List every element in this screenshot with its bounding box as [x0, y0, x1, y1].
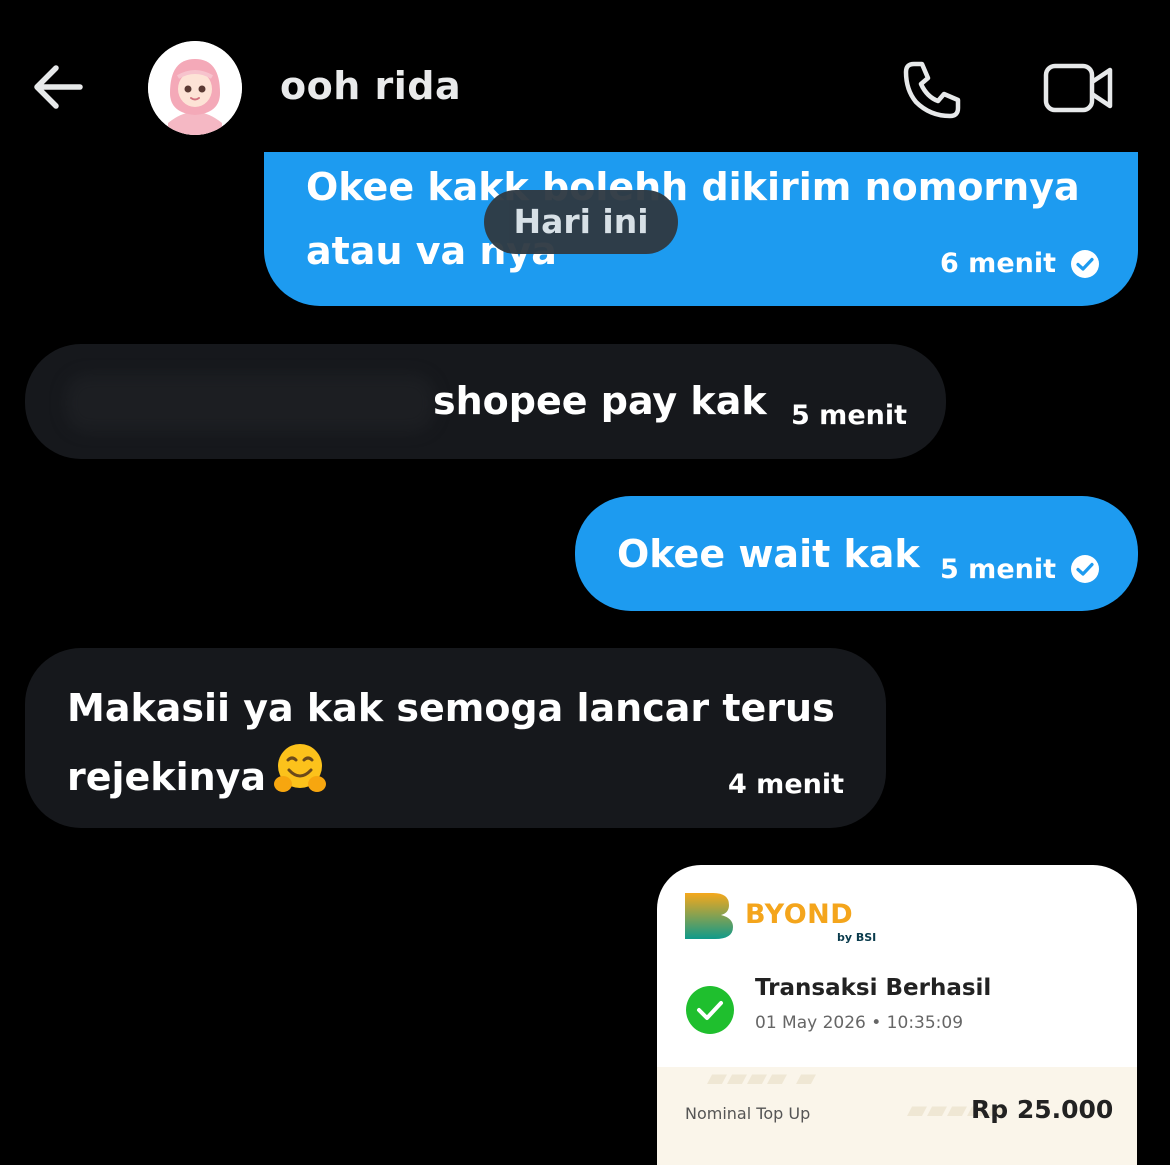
phone-icon[interactable] — [900, 58, 964, 122]
message-text: shopee pay kak — [433, 379, 767, 423]
watermark-logo: ▰▰▰▰ ▰ — [707, 1063, 817, 1093]
arrow-left-icon[interactable] — [30, 62, 86, 112]
message-time: 4 menit — [728, 769, 845, 800]
nominal-value: Rp 25.000 — [971, 1095, 1114, 1124]
message-time: 5 menit — [940, 554, 1057, 585]
incoming-message-bubble[interactable]: Makasii ya kak semoga lancar terus rejek… — [25, 648, 886, 828]
transaction-datetime: 01 May 2026 • 10:35:09 — [755, 1013, 964, 1033]
byond-logo-icon — [685, 893, 733, 939]
chat-header: ooh rida — [0, 0, 1170, 150]
transaction-status: Transaksi Berhasil — [755, 975, 992, 1001]
outgoing-message-bubble[interactable]: Okee wait kak 5 menit — [575, 496, 1138, 611]
receipt-detail-panel: ▰▰▰▰ ▰ ▰▰▰▰▰ Nominal Top Up Rp 25.000 — [657, 1063, 1137, 1165]
hugging-face-emoji — [272, 740, 328, 815]
video-camera-icon[interactable] — [1042, 60, 1114, 116]
message-text: Makasii ya kak semoga lancar terus rejek… — [67, 686, 835, 799]
incoming-message-bubble[interactable]: shopee pay kak 5 menit — [25, 344, 946, 459]
brand-subtitle: by BSI — [837, 931, 877, 944]
message-text: Okee wait kak — [617, 532, 920, 576]
message-time: 6 menit — [940, 248, 1057, 279]
nominal-label: Nominal Top Up — [685, 1104, 811, 1123]
receipt-image[interactable]: BYOND by BSI Transaksi Berhasil 01 May 2… — [657, 865, 1137, 1165]
message-time: 5 menit — [791, 400, 908, 431]
contact-name[interactable]: ooh rida — [280, 64, 461, 108]
check-circle-icon — [1070, 249, 1100, 279]
brand-name: BYOND — [745, 899, 854, 930]
avatar[interactable] — [148, 41, 242, 135]
blurred-content — [65, 374, 435, 432]
day-divider-label: Hari ini — [513, 202, 649, 241]
outgoing-message-bubble[interactable]: Okee kakk bolehh dikirim nomornya atau v… — [264, 152, 1138, 306]
check-circle-icon — [1070, 554, 1100, 584]
day-divider: Hari ini — [484, 190, 678, 254]
success-check-icon — [685, 985, 735, 1035]
